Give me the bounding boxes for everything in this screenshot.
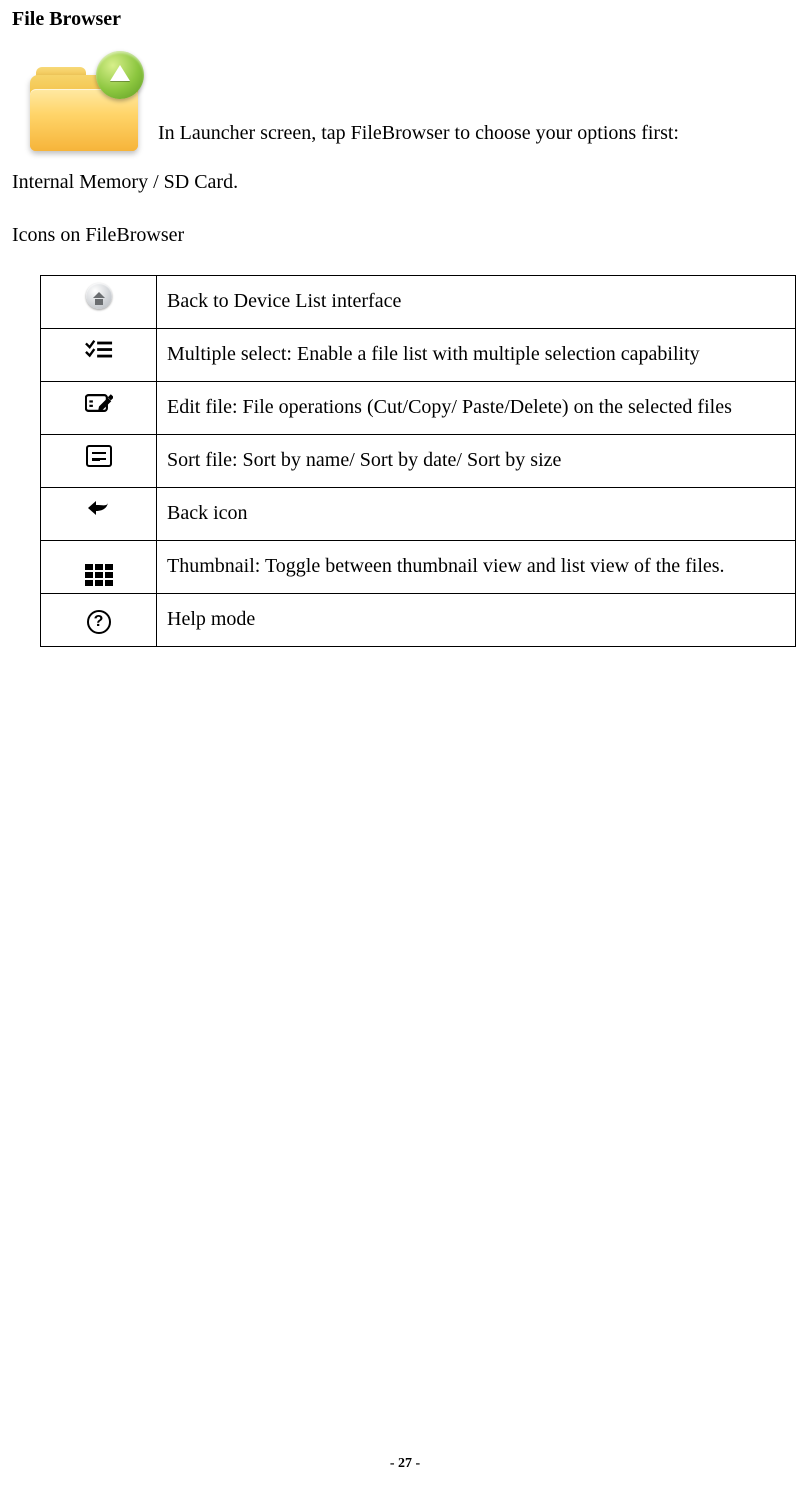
table-row: ? Help mode [41,594,796,647]
icon-description: Back to Device List interface [157,276,796,329]
icon-cell [41,488,157,541]
icon-cell [41,382,157,435]
home-icon [85,284,113,308]
page-number: - 27 - [0,1456,810,1472]
table-row: Multiple select: Enable a file list with… [41,329,796,382]
section-title: File Browser [12,8,810,31]
table-row: Back to Device List interface [41,276,796,329]
intro-row: In Launcher screen, tap FileBrowser to c… [30,55,810,151]
icon-description: Help mode [157,594,796,647]
filebrowser-app-icon [30,55,138,151]
icon-description: Sort file: Sort by name/ Sort by date/ S… [157,435,796,488]
table-row: Sort file: Sort by name/ Sort by date/ S… [41,435,796,488]
icon-cell [41,435,157,488]
icon-cell [41,329,157,382]
multiselect-icon [85,338,113,362]
intro-text-line2: Internal Memory / SD Card. [12,171,810,194]
icon-cell [41,276,157,329]
icons-table: Back to Device List interface Multiple s… [40,275,796,647]
table-row: Edit file: File operations (Cut/Copy/ Pa… [41,382,796,435]
thumbnail-icon [85,563,113,587]
icon-description: Edit file: File operations (Cut/Copy/ Pa… [157,382,796,435]
back-icon [85,497,113,521]
table-row: Back icon [41,488,796,541]
intro-text-line1: In Launcher screen, tap FileBrowser to c… [158,122,679,151]
help-icon: ? [85,610,113,634]
edit-file-icon [85,391,113,415]
icon-cell: ? [41,594,157,647]
icon-description: Back icon [157,488,796,541]
icons-subheading: Icons on FileBrowser [12,224,810,247]
icon-description: Multiple select: Enable a file list with… [157,329,796,382]
icon-cell [41,541,157,594]
icon-description: Thumbnail: Toggle between thumbnail view… [157,541,796,594]
table-row: Thumbnail: Toggle between thumbnail view… [41,541,796,594]
sort-file-icon [85,444,113,468]
